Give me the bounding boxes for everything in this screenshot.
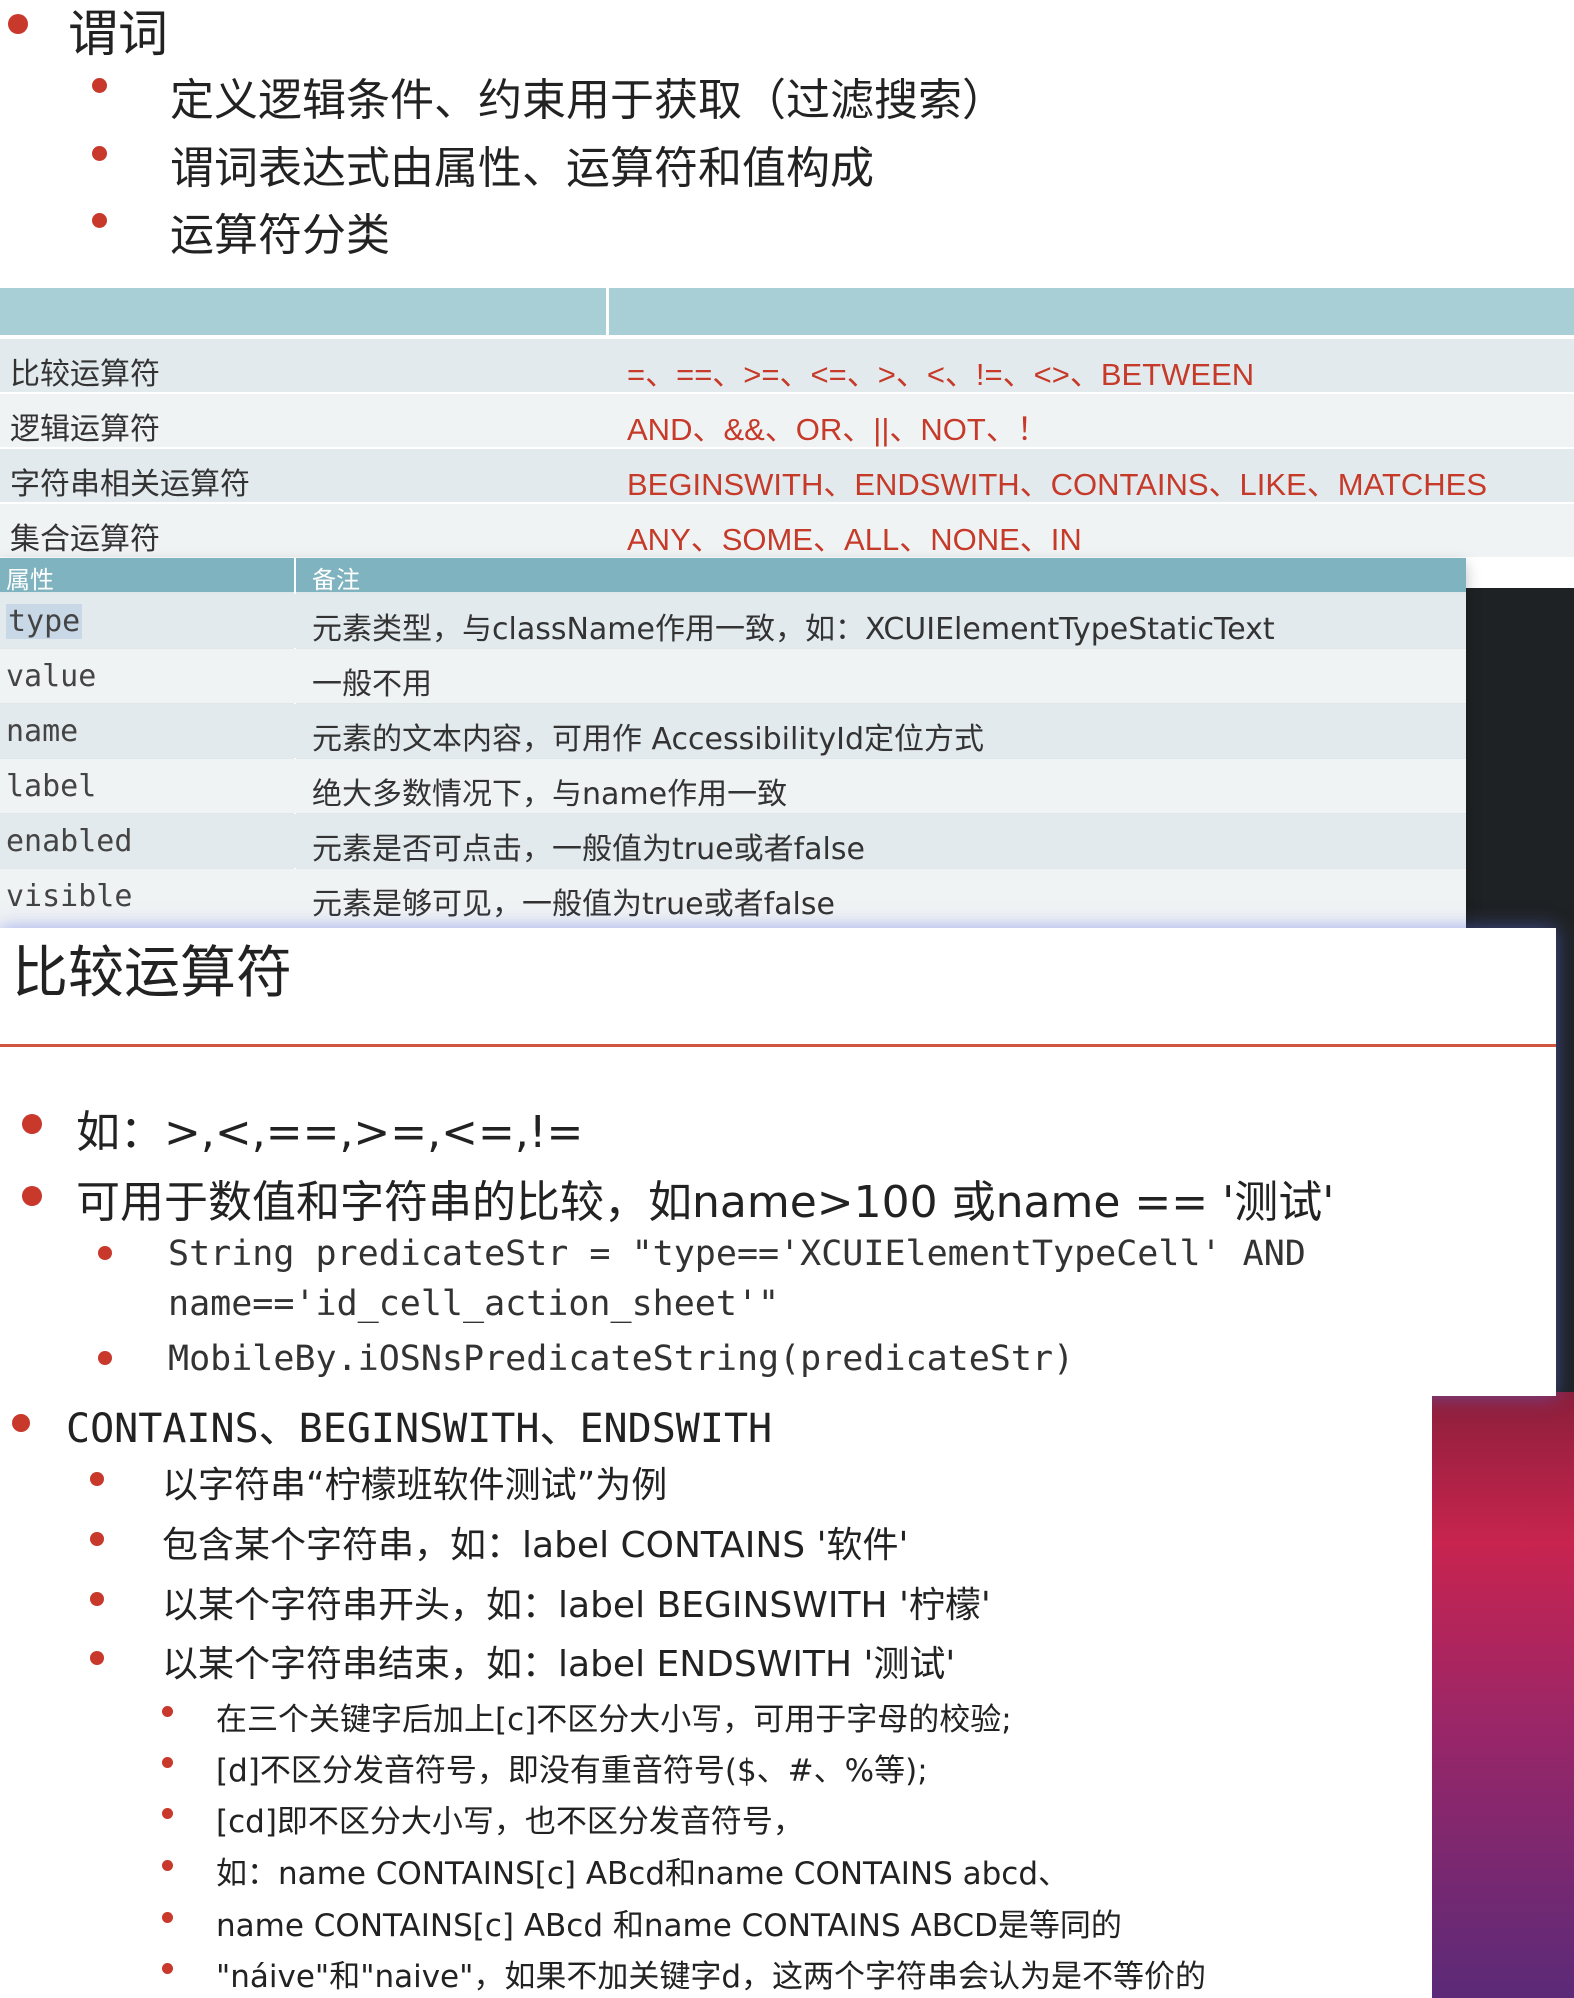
column-header-attr: 属性 [6,566,54,594]
section-heading: CONTAINS、BEGINSWITH、ENDSWITH [66,1406,773,1452]
operator-category: 集合运算符 [10,522,160,557]
attr-name: value [6,659,97,694]
attribute-table: 属性 备注 type 元素类型，与className作用一致，如：XCUIEle… [0,558,1466,930]
bullet-dot [162,1860,173,1871]
code-snippet: MobileBy.iOSNsPredicateString(predicateS… [168,1339,1075,1379]
code-snippet-line: String predicateStr = "type=='XCUIElemen… [168,1234,1306,1274]
bullet-dot [98,1246,112,1260]
bullet-dot [92,213,107,228]
bullet-dot [162,1706,173,1717]
table-header-row [0,288,1574,339]
list-item: 以字符串“柠檬班软件测试”为例 [162,1465,668,1506]
attr-name: visible [6,879,133,914]
attr-note: 元素是够可见，一般值为true或者false [312,887,835,922]
table-header-row: 属性 备注 [0,558,1466,594]
section-heading: 谓词 [68,5,168,63]
table-row: name 元素的文本内容，可用作 AccessibilityId定位方式 [0,704,1466,758]
string-operator-slide: CONTAINS、BEGINSWITH、ENDSWITH 以字符串“柠檬班软件测… [0,1396,1432,1998]
list-item: 包含某个字符串，如：label CONTAINS '软件' [162,1525,909,1566]
title-divider [0,1044,1556,1047]
attr-note: 一般不用 [312,667,432,702]
list-item: 运算符分类 [170,210,390,261]
operator-list: ANY、SOME、ALL、NONE、IN [627,522,1082,557]
table-row: visible 元素是够可见，一般值为true或者false [0,869,1466,930]
bullet-dot [162,1912,173,1923]
list-item: 如：>,<,==,>=,<=,!= [76,1107,584,1158]
attr-note: 元素是否可点击，一般值为true或者false [312,832,865,867]
operator-list: BEGINSWITH、ENDSWITH、CONTAINS、LIKE、MATCHE… [627,467,1488,502]
list-item: 定义逻辑条件、约束用于获取（过滤搜索） [170,75,1006,126]
bullet-dot [92,146,107,161]
operator-list: =、==、>=、<=、>、<、!=、<>、BETWEEN [627,357,1255,392]
sub-list-item: 如：name CONTAINS[c] ABcd和name CONTAINS ab… [216,1856,1070,1892]
operator-table: 比较运算符 =、==、>=、<=、>、<、!=、<>、BETWEEN 逻辑运算符… [0,288,1574,560]
bullet-dot [162,1757,173,1768]
table-row: type 元素类型，与className作用一致，如：XCUIElementTy… [0,594,1466,648]
attr-note: 元素的文本内容，可用作 AccessibilityId定位方式 [312,722,985,757]
sub-list-item: name CONTAINS[c] ABcd 和name CONTAINS ABC… [216,1908,1122,1944]
table-row: label 绝大多数情况下，与name作用一致 [0,759,1466,813]
bullet-dot [90,1532,104,1546]
list-item: 可用于数值和字符串的比较，如name>100 或name == '测试' [76,1177,1335,1228]
list-item: 谓词表达式由属性、运算符和值构成 [170,143,874,194]
sub-list-item: "náive"和"naive"，如果不加关键字d，这两个字符串会认为是不等价的 [216,1959,1207,1995]
bullet-dot [90,1651,104,1665]
attr-name: name [6,714,79,749]
table-row: 字符串相关运算符 BEGINSWITH、ENDSWITH、CONTAINS、LI… [0,449,1574,502]
predicate-intro-slide: 谓词 定义逻辑条件、约束用于获取（过滤搜索） 谓词表达式由属性、运算符和值构成 … [0,0,1574,288]
code-snippet-line: name=='id_cell_action_sheet'" [168,1284,780,1324]
bullet-dot [162,1808,173,1819]
column-divider [606,288,609,335]
bullet-dot [92,78,107,93]
attr-note: 绝大多数情况下，与name作用一致 [312,777,788,812]
bullet-dot [8,14,28,34]
operator-category: 比较运算符 [10,357,160,392]
bullet-dot [162,1963,173,1974]
operator-category: 字符串相关运算符 [10,467,250,502]
sub-list-item: [cd]即不区分大小写，也不区分发音符号， [216,1804,804,1840]
list-item: 以某个字符串开头，如：label BEGINSWITH '柠檬' [162,1585,991,1626]
operator-list: AND、&&、OR、||、NOT、！ [627,412,1048,447]
table-row: value 一般不用 [0,649,1466,703]
column-header-note: 备注 [312,566,360,594]
attr-name: type [6,604,83,639]
table-row: 逻辑运算符 AND、&&、OR、||、NOT、！ [0,394,1574,447]
bullet-dot [90,1472,104,1486]
table-row: 集合运算符 ANY、SOME、ALL、NONE、IN [0,504,1574,557]
comparison-operator-slide: 比较运算符 如：>,<,==,>=,<=,!= 可用于数值和字符串的比较，如na… [0,928,1556,1396]
bullet-dot [90,1592,104,1606]
bullet-dot [22,1114,42,1134]
list-item: 以某个字符串结束，如：label ENDSWITH '测试' [162,1644,956,1685]
desktop-wallpaper [1432,1392,1574,1998]
sub-list-item: 在三个关键字后加上[c]不区分大小写，可用于字母的校验; [216,1702,1012,1738]
slide-title: 比较运算符 [12,941,292,1006]
bullet-dot [22,1186,42,1206]
bullet-dot [98,1351,112,1365]
operator-category: 逻辑运算符 [10,412,160,447]
table-row: enabled 元素是否可点击，一般值为true或者false [0,814,1466,868]
bullet-dot [12,1414,30,1432]
attr-note: 元素类型，与className作用一致，如：XCUIElementTypeSta… [312,612,1275,647]
sub-list-item: [d]不区分发音符号，即没有重音符号($、#、%等); [216,1753,928,1789]
table-row: 比较运算符 =、==、>=、<=、>、<、!=、<>、BETWEEN [0,339,1574,392]
attr-name: enabled [6,824,133,859]
attr-name: label [6,769,97,804]
